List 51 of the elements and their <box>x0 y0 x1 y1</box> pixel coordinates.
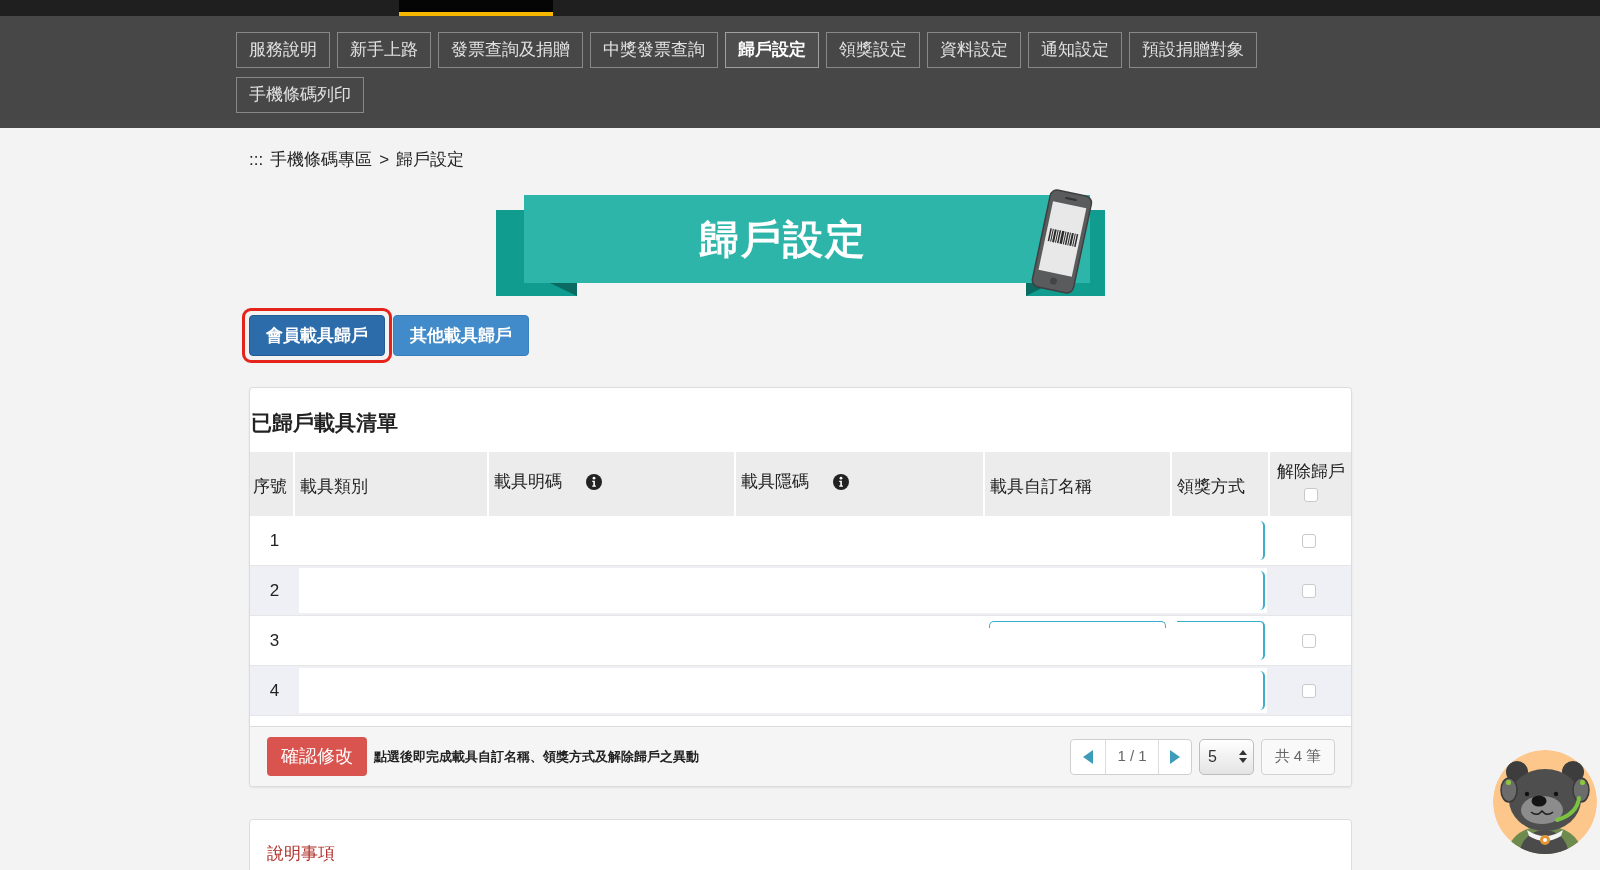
caret-right-icon <box>1170 749 1180 764</box>
nav-link[interactable]: 服務說明 <box>236 32 330 68</box>
nav-link[interactable]: 領獎設定 <box>826 32 920 68</box>
row-number: 2 <box>269 579 280 602</box>
column-header: 載具自訂名稱 <box>989 477 1092 497</box>
select-field[interactable] <box>1260 671 1266 710</box>
page-indicator: 1 / 1 <box>1116 746 1148 767</box>
checkbox[interactable] <box>1302 583 1317 598</box>
select-field[interactable] <box>1260 571 1266 610</box>
nav-link[interactable]: 預設捐贈對象 <box>1129 32 1257 68</box>
updown-caret-icon <box>1239 750 1247 763</box>
text-field[interactable] <box>989 621 1167 628</box>
info-icon[interactable] <box>585 474 602 490</box>
select-field[interactable] <box>1260 521 1266 560</box>
column-header: 解除歸戶 <box>1276 462 1345 482</box>
checkbox[interactable] <box>1303 488 1318 502</box>
checkbox[interactable] <box>1302 633 1317 648</box>
nav-link[interactable]: 發票查詢及捐贈 <box>438 32 583 68</box>
bear-mascot-icon[interactable] <box>1493 750 1597 854</box>
nav-link[interactable]: 中獎發票查詢 <box>590 32 718 68</box>
row-number: 1 <box>269 529 280 552</box>
column-header: 載具類別 <box>299 477 368 497</box>
card-title: 已歸戶載具清單 <box>250 410 399 436</box>
column-header: 載具明碼 <box>493 472 562 492</box>
page-title: 歸戶設定 <box>698 216 867 263</box>
nav-link[interactable]: 資料設定 <box>927 32 1021 68</box>
column-header: 領獎方式 <box>1177 477 1246 497</box>
nav-link[interactable]: 歸戶設定 <box>725 32 819 68</box>
column-header: 載具隱碼 <box>741 472 810 492</box>
breadcrumb-link[interactable]: 手機條碼專區 <box>270 147 373 173</box>
confirm-button[interactable]: 確認修改 <box>267 737 367 776</box>
info-icon[interactable] <box>833 474 850 490</box>
checkbox[interactable] <box>1302 683 1317 698</box>
breadcrumb-current: 歸戶設定 <box>396 149 465 172</box>
row-number: 4 <box>269 679 280 702</box>
select-field[interactable] <box>1177 621 1266 660</box>
confirm-note: 點選後即完成載具自訂名稱、領獎方式及解除歸戶之異動 <box>374 747 699 766</box>
row-number: 3 <box>269 629 280 652</box>
column-header: 序號 <box>253 477 287 497</box>
nav-link[interactable]: 通知設定 <box>1028 32 1122 68</box>
total-count: 共 4 筆 <box>1261 738 1335 775</box>
carrier-tab[interactable]: 其他載具歸戶 <box>393 315 529 356</box>
carrier-tab[interactable]: 會員載具歸戶 <box>249 315 385 356</box>
accesskey-link[interactable]: ::: <box>249 147 264 173</box>
nav-link[interactable]: 新手上路 <box>337 32 431 68</box>
page-size-select[interactable]: 5 <box>1199 738 1254 775</box>
caret-left-icon <box>1083 749 1093 764</box>
notes-title: 說明事項 <box>266 843 336 864</box>
checkbox[interactable] <box>1302 533 1317 548</box>
breadcrumb-separator: > <box>379 149 390 172</box>
nav-link[interactable]: 手機條碼列印 <box>236 77 364 113</box>
